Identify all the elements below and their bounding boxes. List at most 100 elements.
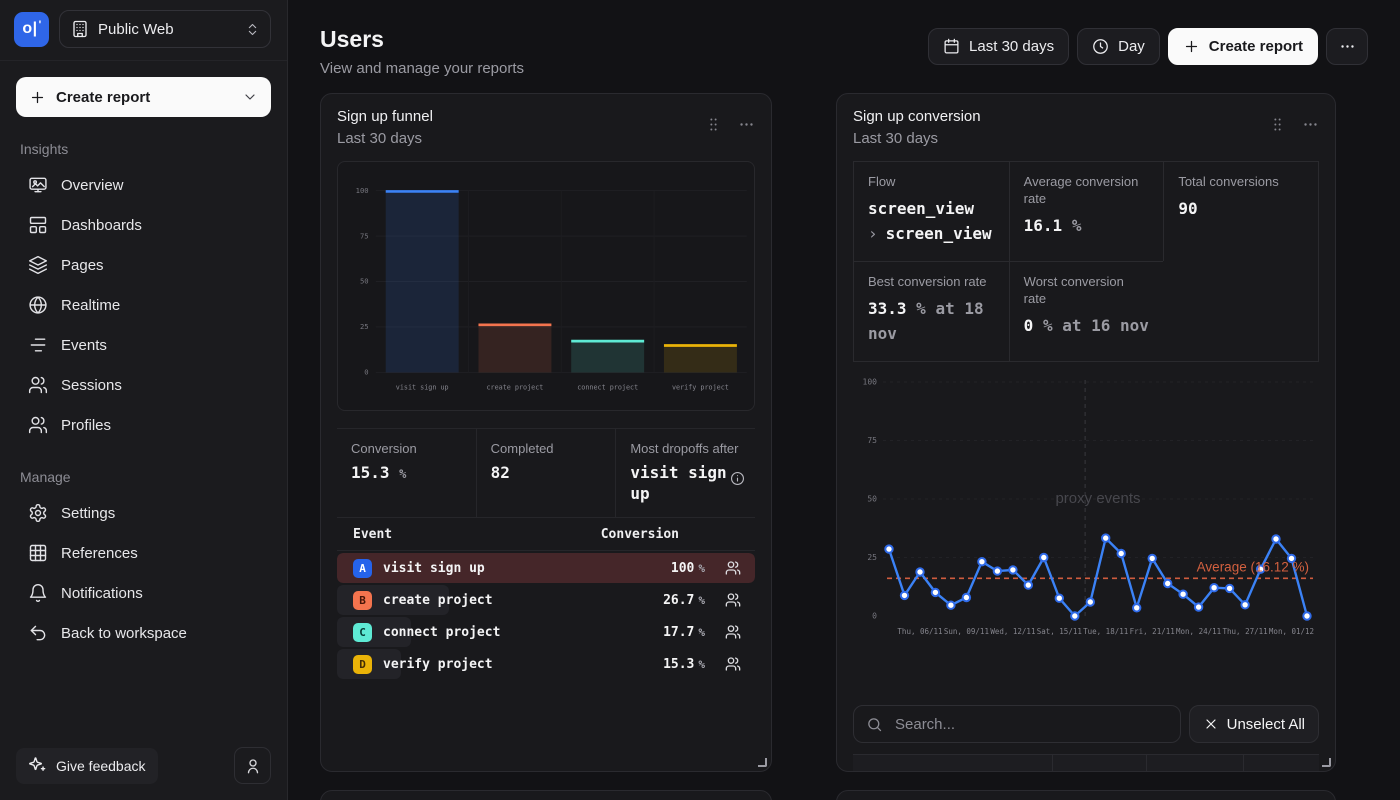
sidebar-item-events[interactable]: Events (16, 325, 271, 365)
sidebar-item-references[interactable]: References (16, 533, 271, 573)
users-icon[interactable] (725, 560, 741, 576)
nav-section-label: Manage (20, 469, 267, 485)
interval-label: Day (1118, 38, 1145, 55)
building-icon (71, 20, 89, 38)
stat-empty-cell (1163, 261, 1318, 361)
funnel-card-subtitle: Last 30 days (337, 130, 433, 147)
event-conversion-value: 15.3% (663, 657, 705, 672)
stat-value: 82 (491, 463, 510, 482)
flow-step-1: screen_view (868, 199, 974, 218)
card-resize-handle[interactable] (1322, 758, 1331, 767)
stat-value: 16.1 (1024, 216, 1063, 235)
give-feedback-button[interactable]: Give feedback (16, 748, 158, 784)
svg-text:proxy events: proxy events (1055, 490, 1140, 507)
svg-text:100: 100 (863, 378, 878, 387)
stat-value: visit sign up (630, 462, 735, 504)
search-input[interactable] (893, 715, 1168, 734)
funnel-card-header: Sign up funnel Last 30 days (321, 94, 771, 159)
step-badge: A (353, 559, 372, 578)
next-card-peek (320, 790, 772, 800)
workspace-row: o|' Public Web (0, 0, 287, 61)
stat-value: 0 (1024, 316, 1034, 335)
overview-icon (28, 175, 48, 195)
sidebar-body: Create report Insights Overview Dashboards… (0, 61, 287, 733)
info-icon[interactable] (730, 471, 745, 486)
sidebar: o|' Public Web Create report Insights Ove… (0, 0, 288, 800)
svg-text:Wed, 12/11: Wed, 12/11 (990, 627, 1035, 636)
stat-unit: % (399, 467, 406, 481)
pages-icon (28, 255, 48, 275)
sidebar-item-label: Realtime (61, 297, 120, 314)
next-card-peek (836, 790, 1336, 800)
event-row-verify-project[interactable]: Dverify project15.3% (337, 649, 755, 679)
sidebar-nav: Insights Overview Dashboards Pages Realtime E… (16, 141, 271, 653)
event-row-visit-sign-up[interactable]: Avisit sign up100% (337, 553, 755, 583)
sidebar-item-label: Dashboards (61, 217, 142, 234)
sidebar-item-pages[interactable]: Pages (16, 245, 271, 285)
header-actions: Last 30 days Day Create report (928, 28, 1368, 65)
sparkles-icon (28, 756, 47, 775)
stat-label: Most dropoffs after (630, 440, 741, 457)
conversion-stats-grid: Flow screen_view ›screen_view Average co… (853, 161, 1319, 362)
svg-text:Average (16.12 %): Average (16.12 %) (1197, 559, 1309, 574)
card-menu-icon[interactable] (738, 116, 755, 133)
svg-text:75: 75 (360, 231, 369, 240)
card-menu-icon[interactable] (1302, 116, 1319, 133)
sidebar-item-label: Back to workspace (61, 625, 187, 642)
svg-text:0: 0 (872, 612, 877, 621)
search-icon (866, 716, 883, 733)
sidebar-create-report-button[interactable]: Create report (16, 77, 271, 117)
drag-handle-icon[interactable] (1269, 116, 1286, 133)
series-table-partial (853, 754, 1319, 772)
event-row-connect-project[interactable]: Cconnect project17.7% (337, 617, 755, 647)
sidebar-item-label: Settings (61, 505, 115, 522)
user-icon (244, 757, 262, 775)
stat-label: Best conversion rate (868, 273, 995, 290)
search-box (853, 705, 1181, 743)
sidebar-item-settings[interactable]: Settings (16, 493, 271, 533)
users-icon[interactable] (725, 656, 741, 672)
step-badge: D (353, 655, 372, 674)
notifications-icon (28, 583, 48, 603)
create-report-label: Create report (1209, 38, 1303, 55)
create-report-label: Create report (56, 89, 150, 106)
unselect-all-button[interactable]: Unselect All (1189, 705, 1319, 743)
drag-handle-icon[interactable] (705, 116, 722, 133)
card-resize-handle[interactable] (758, 758, 767, 767)
stat-best-rate: Best conversion rate 33.3 % at 18 nov (854, 261, 1009, 361)
date-range-button[interactable]: Last 30 days (928, 28, 1069, 65)
sidebar-item-overview[interactable]: Overview (16, 165, 271, 205)
users-icon[interactable] (725, 624, 741, 640)
logo-glyph: o| (22, 20, 37, 38)
stat-label: Worst conversion rate (1024, 273, 1150, 307)
svg-text:75: 75 (867, 436, 877, 445)
sidebar-item-realtime[interactable]: Realtime (16, 285, 271, 325)
interval-button[interactable]: Day (1077, 28, 1160, 65)
profile-button[interactable] (234, 747, 271, 784)
event-table-header: Event Conversion (337, 518, 755, 551)
sidebar-item-dashboards[interactable]: Dashboards (16, 205, 271, 245)
funnel-card: Sign up funnel Last 30 days 0255075100vi… (320, 93, 772, 772)
sidebar-item-sessions[interactable]: Sessions (16, 365, 271, 405)
create-report-button[interactable]: Create report (1168, 28, 1318, 65)
users-icon[interactable] (725, 592, 741, 608)
more-options-button[interactable] (1326, 28, 1368, 65)
sidebar-item-profiles[interactable]: Profiles (16, 405, 271, 445)
sidebar-item-back-to-workspace[interactable]: Back to workspace (16, 613, 271, 653)
conversion-card-title: Sign up conversion (853, 108, 981, 125)
stat-value: 90 (1178, 199, 1197, 218)
date-range-label: Last 30 days (969, 38, 1054, 55)
sidebar-item-notifications[interactable]: Notifications (16, 573, 271, 613)
workspace-selector[interactable]: Public Web (59, 10, 271, 48)
svg-text:verify project: verify project (672, 384, 729, 392)
event-row-create-project[interactable]: Bcreate project26.7% (337, 585, 755, 615)
conversion-card: Sign up conversion Last 30 days Flow scr… (836, 93, 1336, 772)
event-conversion-value: 17.7% (663, 625, 705, 640)
event-conversion-value: 26.7% (663, 593, 705, 608)
references-icon (28, 543, 48, 563)
sidebar-item-label: References (61, 545, 138, 562)
app-logo[interactable]: o|' (14, 12, 49, 47)
back-icon (28, 623, 48, 643)
nav-section-label: Insights (20, 141, 267, 157)
step-badge: C (353, 623, 372, 642)
